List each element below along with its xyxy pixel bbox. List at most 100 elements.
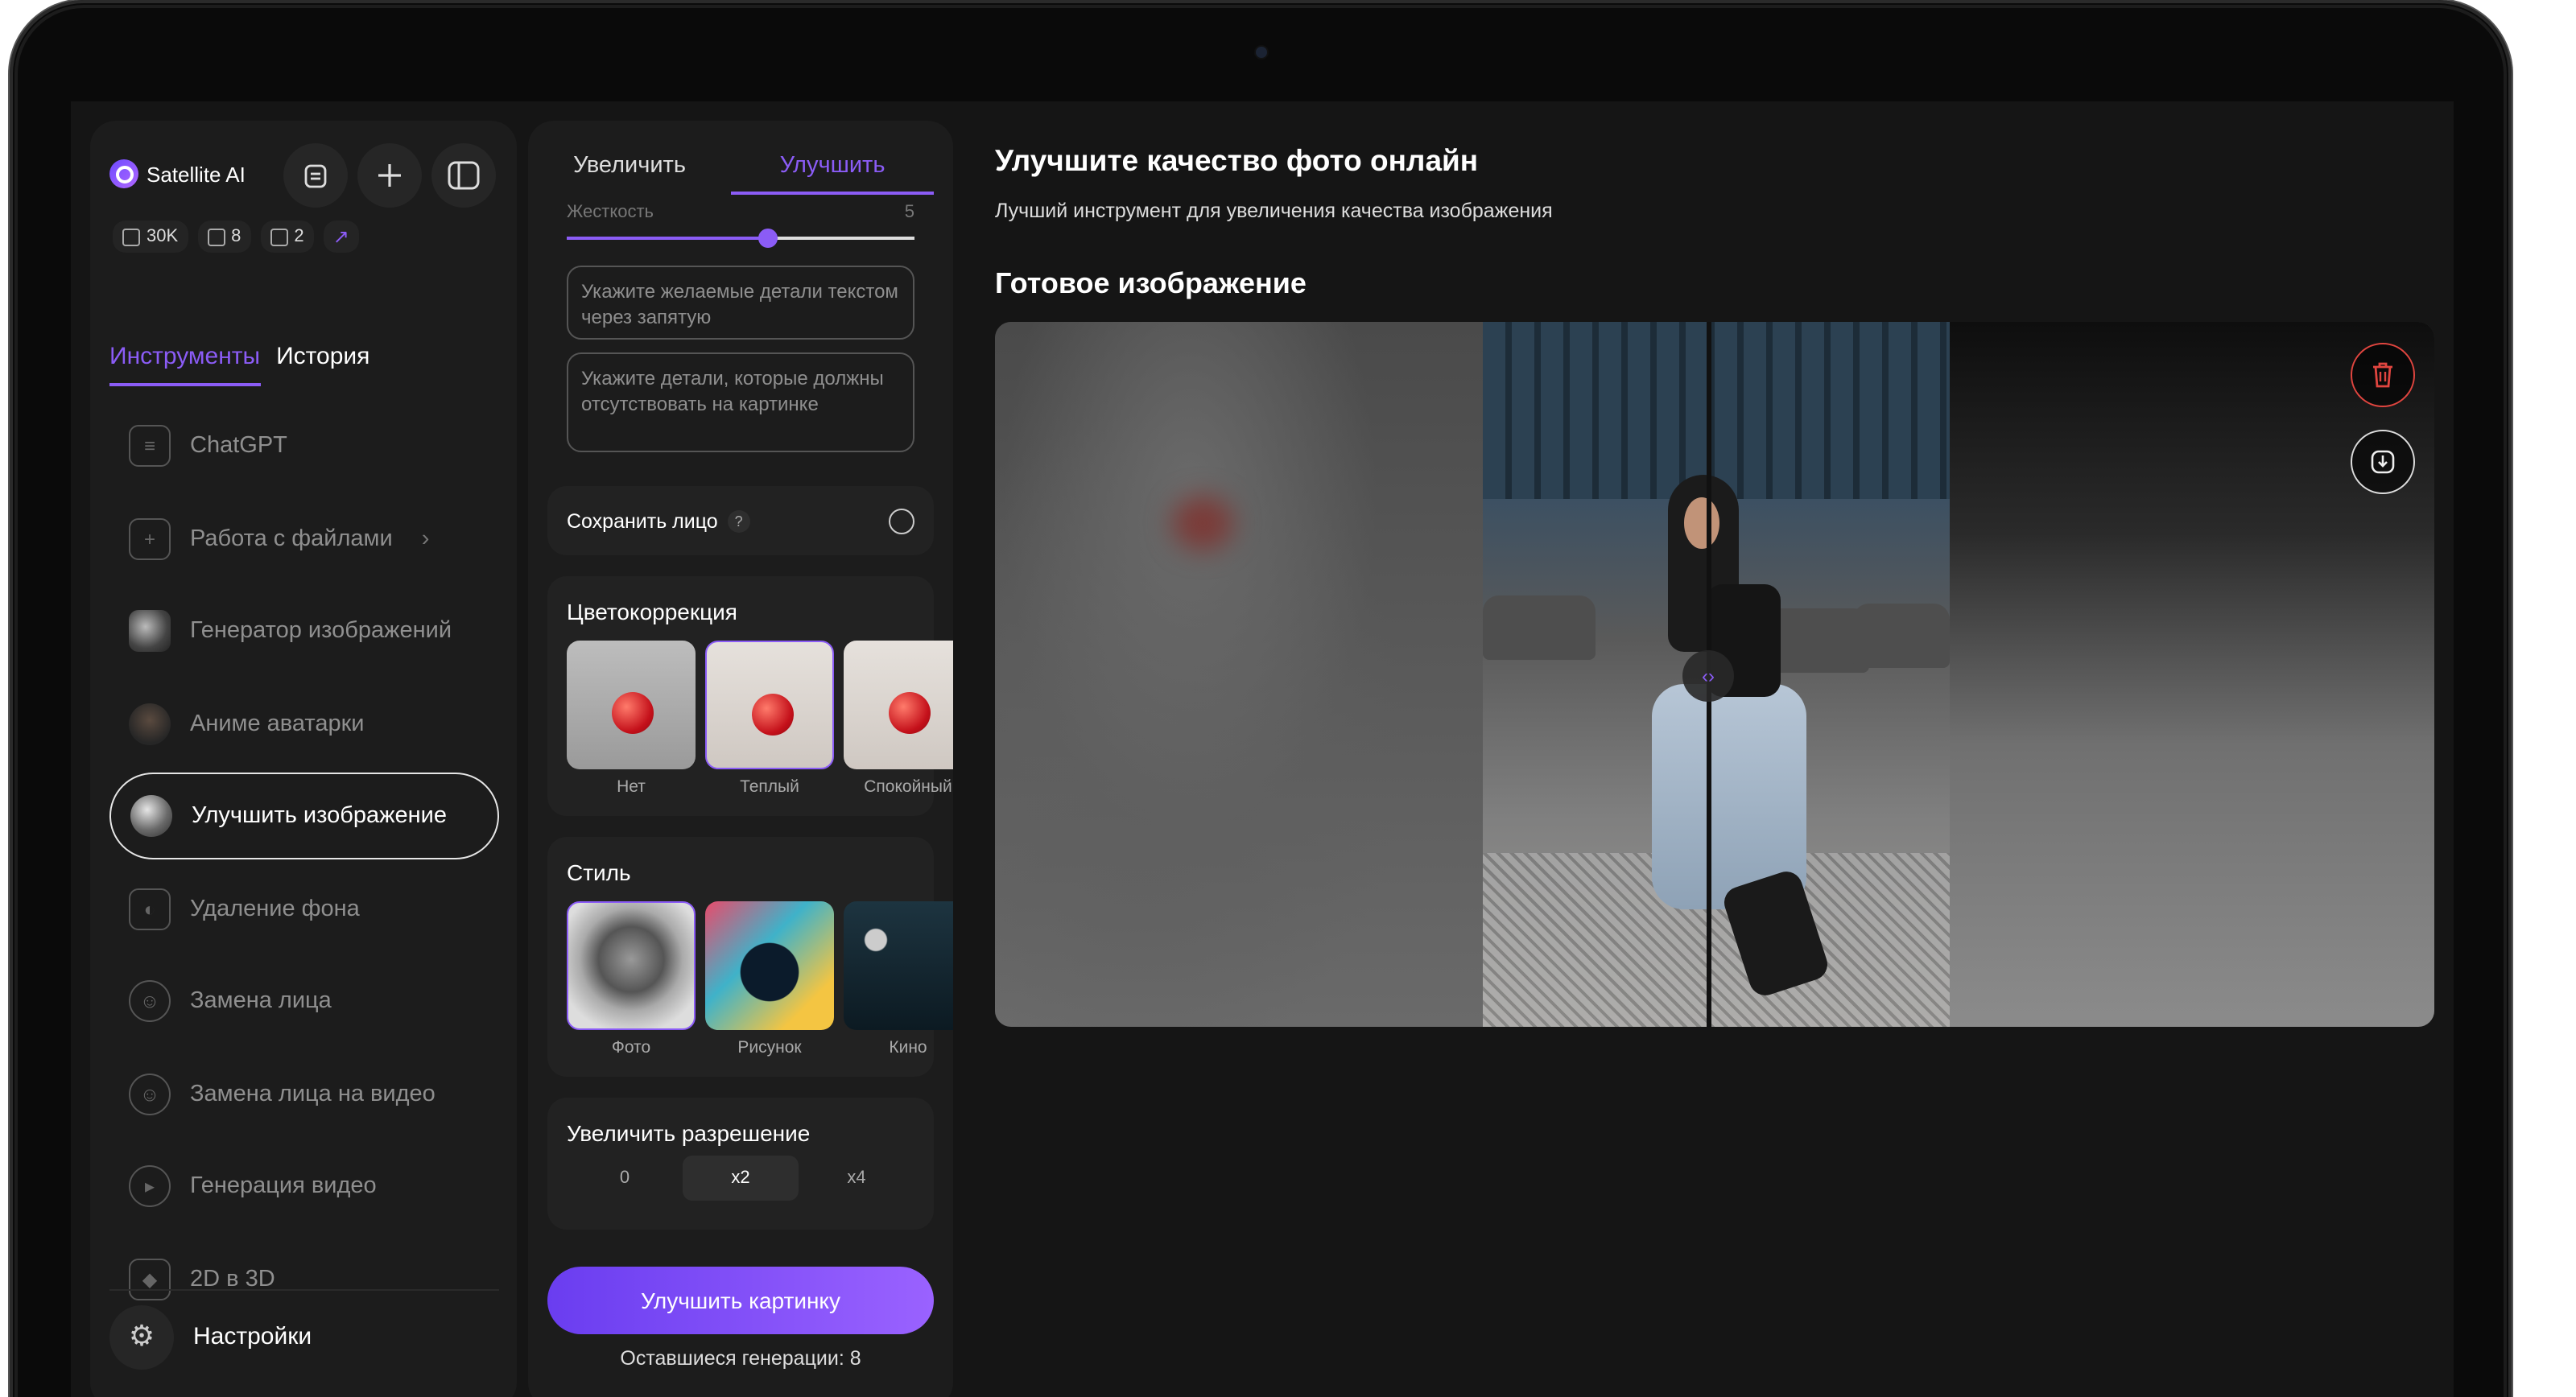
- stat-text: 30K: [113, 220, 188, 253]
- new-chat-button[interactable]: [357, 143, 422, 208]
- negative-details-input[interactable]: Укажите детали, которые должны отсутство…: [567, 352, 914, 452]
- nav-item-remove-background[interactable]: ◐ Удаление фона: [109, 865, 499, 952]
- cat-photo-thumbnail: [567, 901, 696, 1030]
- nav-item-label: Удаление фона: [190, 896, 360, 921]
- option-label: Кино: [889, 1038, 927, 1057]
- apple-thumbnail: [844, 641, 953, 769]
- tab-upscale[interactable]: Увеличить: [528, 121, 731, 195]
- sphere-image-icon: [129, 610, 171, 652]
- plus-icon: [378, 164, 401, 187]
- mode-tabs: Увеличить Улучшить: [528, 121, 953, 195]
- stat-images: 8: [197, 220, 251, 253]
- tab-history[interactable]: История: [276, 343, 369, 386]
- result-image-viewer[interactable]: ‹›: [995, 322, 2434, 1027]
- result-title: Готовое изображение: [995, 267, 1307, 299]
- toggle-sidebar-button[interactable]: [431, 143, 496, 208]
- tab-enhance[interactable]: Улучшить: [731, 121, 934, 195]
- comparison-photo[interactable]: ‹›: [1483, 322, 1950, 1027]
- resolution-option-0[interactable]: 0: [567, 1156, 683, 1201]
- woman-figure: [1636, 475, 1832, 1014]
- tool-list: ≡ ChatGPT + Работа с файлами › Генератор из…: [109, 402, 499, 1328]
- blurred-backdrop-right: [1950, 322, 2434, 1027]
- nav-item-label: Улучшить изображение: [192, 803, 447, 829]
- help-icon[interactable]: ?: [727, 510, 750, 533]
- style-title: Стиль: [567, 859, 631, 885]
- stat-video-value: 2: [294, 227, 304, 246]
- nav-item-anime-avatars[interactable]: Аниме аватарки: [109, 680, 499, 767]
- keep-face-label: Сохранить лицо: [567, 510, 718, 533]
- satellite-logo-icon: [109, 159, 138, 188]
- delete-button[interactable]: [2351, 343, 2415, 407]
- nav-item-files[interactable]: + Работа с файлами ›: [109, 495, 499, 582]
- resolution-option-x2[interactable]: x2: [683, 1156, 799, 1201]
- apple-shape: [889, 692, 931, 734]
- style-option-drawing[interactable]: Рисунок: [705, 901, 834, 1057]
- clipboard-button[interactable]: [283, 143, 348, 208]
- building-windows: [1483, 322, 1950, 499]
- arrow-up-right-icon[interactable]: ↗: [323, 220, 359, 253]
- nav-item-video-face-swap[interactable]: ☺ Замена лица на видео: [109, 1050, 499, 1137]
- nav-item-face-swap[interactable]: ☺ Замена лица: [109, 958, 499, 1045]
- color-option-calm[interactable]: Спокойный: [844, 641, 953, 797]
- slider-value: 5: [904, 203, 914, 222]
- keep-face-radio[interactable]: [889, 509, 914, 534]
- nav-item-chatgpt[interactable]: ≡ ChatGPT: [109, 402, 499, 489]
- stat-video: 2: [260, 220, 314, 253]
- nav-item-image-generator[interactable]: Генератор изображений: [109, 587, 499, 674]
- cat-cinema-thumbnail: [844, 901, 953, 1030]
- slider-track[interactable]: [567, 229, 914, 248]
- app-screen: Satellite AI 30K 8 2 ↗ Инструменты Истор…: [71, 101, 2454, 1397]
- stat-images-value: 8: [231, 227, 242, 246]
- keep-face-option[interactable]: Сохранить лицо ?: [547, 486, 934, 555]
- gear-icon: ⚙: [109, 1304, 174, 1369]
- apple-thumbnail: [567, 641, 696, 769]
- option-label: Фото: [611, 1038, 651, 1057]
- resolution-options: 0 x2 x4: [567, 1156, 914, 1201]
- nav-item-label: ChatGPT: [190, 433, 287, 459]
- sphere-image-icon: [130, 795, 172, 837]
- nav-item-label: Работа с файлами: [190, 525, 393, 551]
- clipboard-icon: [304, 164, 327, 188]
- apple-shape: [612, 692, 654, 734]
- brand[interactable]: Satellite AI: [109, 159, 246, 188]
- color-options: Нет Теплый Спокойный: [567, 641, 953, 797]
- color-option-warm[interactable]: Теплый: [705, 641, 834, 797]
- color-correction-card: Цветокоррекция Нет Теплый Спокойный: [547, 576, 953, 816]
- settings-button[interactable]: ⚙ Настройки: [109, 1289, 499, 1369]
- options-panel: Увеличить Улучшить Жесткость 5 Укажите ж…: [528, 121, 953, 1397]
- chevron-right-icon: ›: [421, 525, 430, 551]
- desired-details-input[interactable]: Укажите желаемые детали текстом через за…: [567, 266, 914, 340]
- download-icon: [2371, 450, 2395, 474]
- sidebar-tabs: Инструменты История: [109, 343, 369, 386]
- enhance-image-button[interactable]: Улучшить картинку: [547, 1267, 934, 1334]
- option-label: Спокойный: [864, 777, 952, 797]
- download-button[interactable]: [2351, 430, 2415, 494]
- document-icon: ≡: [129, 425, 171, 467]
- option-label: Рисунок: [737, 1038, 802, 1057]
- tab-tools[interactable]: Инструменты: [109, 343, 261, 386]
- color-option-none[interactable]: Нет: [567, 641, 696, 797]
- slider-knob[interactable]: [758, 229, 778, 248]
- image-icon: [207, 228, 225, 245]
- option-label: Теплый: [740, 777, 799, 797]
- compare-handle-icon[interactable]: ‹›: [1682, 650, 1734, 702]
- nav-item-enhance-image[interactable]: Улучшить изображение: [109, 773, 499, 859]
- resolution-card: Увеличить разрешение 0 x2 x4: [547, 1098, 934, 1230]
- slider-label: Жесткость: [567, 203, 654, 222]
- apple-thumbnail: [705, 641, 834, 769]
- camera-icon: [1256, 47, 1267, 58]
- page-title: Улучшите качество фото онлайн: [995, 143, 1479, 177]
- style-option-photo[interactable]: Фото: [567, 901, 696, 1057]
- apple-shape: [752, 694, 794, 736]
- usage-stats: 30K 8 2 ↗: [113, 220, 359, 253]
- sidebar: Satellite AI 30K 8 2 ↗ Инструменты Истор…: [90, 121, 517, 1397]
- nav-item-label: 2D в 3D: [190, 1266, 275, 1292]
- avatar-image-icon: [129, 703, 171, 744]
- resolution-title: Увеличить разрешение: [567, 1120, 811, 1146]
- stat-text-value: 30K: [147, 227, 179, 246]
- remaining-generations: Оставшиеся генерации: 8: [620, 1347, 861, 1370]
- color-correction-title: Цветокоррекция: [567, 599, 737, 624]
- style-option-cinema[interactable]: Кино: [844, 901, 953, 1057]
- nav-item-video-generation[interactable]: ▸ Генерация видео: [109, 1143, 499, 1230]
- resolution-option-x4[interactable]: x4: [799, 1156, 914, 1201]
